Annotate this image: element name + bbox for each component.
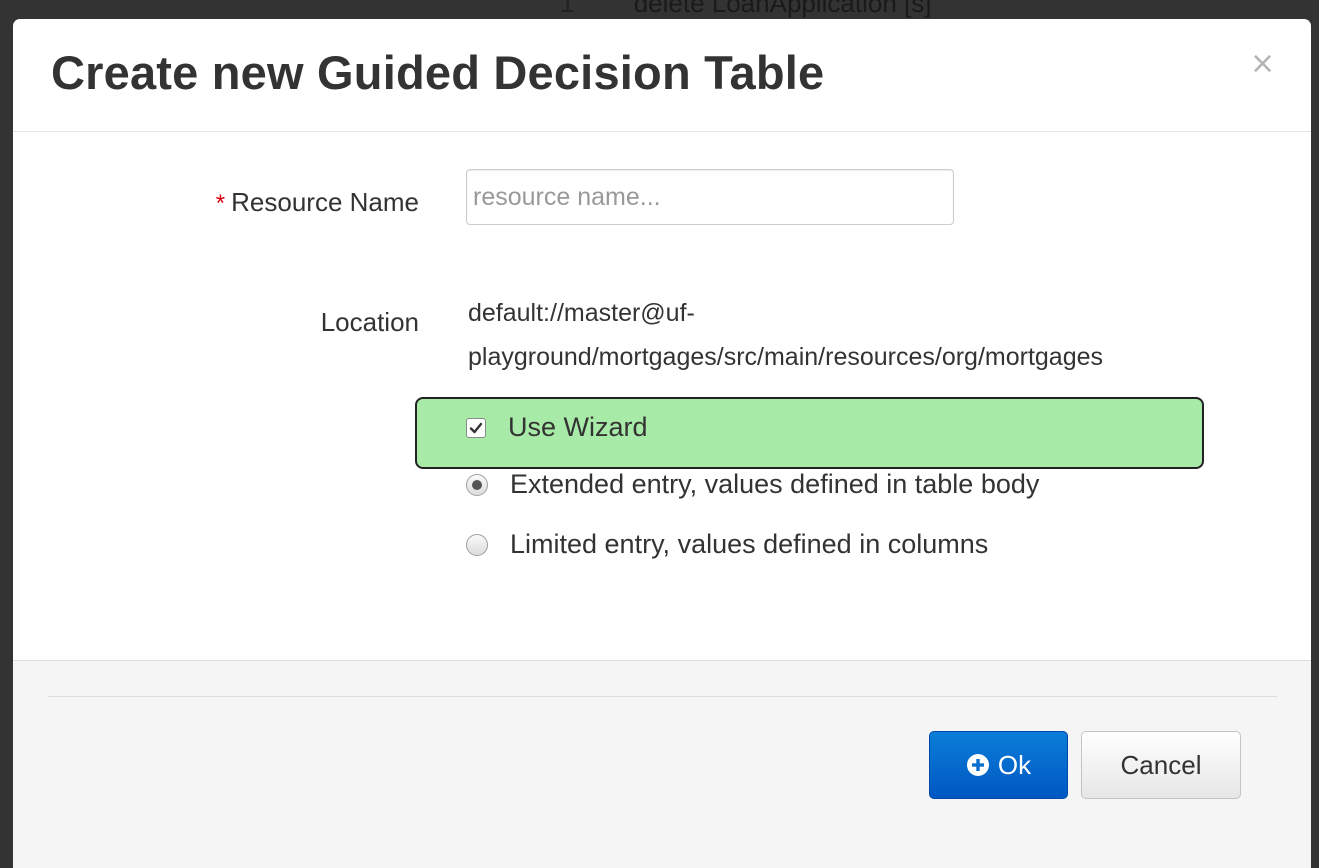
limited-entry-radio[interactable]	[466, 533, 488, 556]
use-wizard-label: Use Wizard	[508, 412, 648, 442]
footer-divider	[48, 696, 1277, 697]
plus-circle-icon	[966, 753, 990, 777]
limited-entry-option[interactable]: Limited entry, values defined in columns	[466, 529, 988, 560]
dialog-title: Create new Guided Decision Table	[51, 46, 825, 99]
resource-name-label-text: Resource Name	[231, 187, 419, 217]
use-wizard-checkbox[interactable]	[466, 417, 486, 438]
background-code-line: 1 delete LoanApplication [s]	[560, 0, 931, 19]
location-label: Location	[320, 307, 419, 337]
resource-name-input[interactable]	[466, 169, 954, 225]
radio-selected-dot	[472, 479, 482, 490]
extended-entry-label: Extended entry, values defined in table …	[510, 469, 1040, 499]
background-code-text: delete LoanApplication [s]	[633, 0, 932, 18]
ok-button[interactable]: Ok	[929, 731, 1068, 799]
background-line-number: 1	[560, 0, 575, 18]
location-value: default://master@uf- playground/mortgage…	[468, 291, 1268, 379]
extended-entry-radio[interactable]	[466, 473, 488, 496]
extended-entry-option[interactable]: Extended entry, values defined in table …	[466, 469, 1039, 500]
cancel-button[interactable]: Cancel	[1081, 731, 1241, 799]
dialog-header: Create new Guided Decision Table ×	[13, 19, 1311, 132]
limited-entry-label: Limited entry, values defined in columns	[510, 529, 989, 559]
use-wizard-option[interactable]: Use Wizard	[466, 412, 648, 443]
checkmark-icon	[469, 422, 483, 433]
dialog-footer: Ok Cancel	[13, 660, 1311, 868]
close-icon[interactable]: ×	[1250, 49, 1275, 79]
location-value-line2: playground/mortgages/src/main/resources/…	[468, 343, 1104, 371]
new-decision-table-dialog: Create new Guided Decision Table × * Reso…	[13, 19, 1311, 868]
resource-name-label: * Resource Name	[216, 187, 419, 218]
ok-button-label: Ok	[997, 749, 1032, 780]
location-value-line1: default://master@uf-	[468, 299, 695, 327]
required-marker: *	[215, 190, 226, 217]
